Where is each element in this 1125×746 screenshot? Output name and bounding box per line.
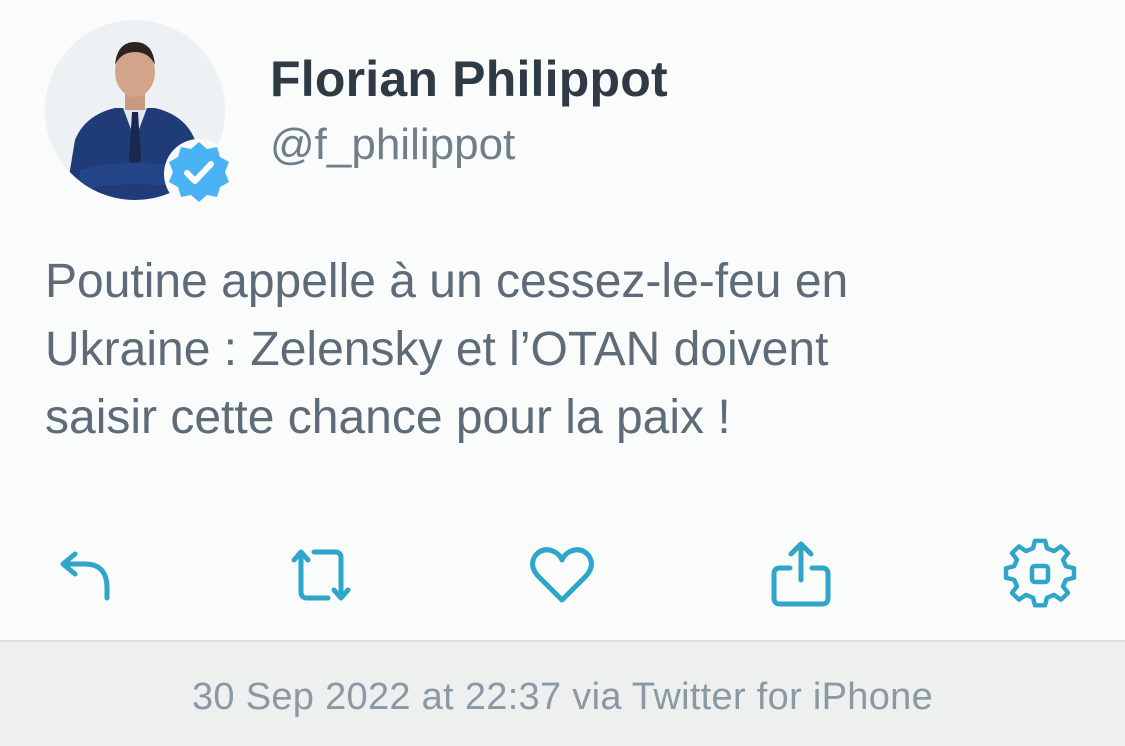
verified-badge-icon: [163, 138, 235, 210]
share-icon: [771, 541, 831, 607]
reply-icon: [60, 551, 110, 601]
settings-button[interactable]: [1003, 538, 1077, 612]
share-button[interactable]: [764, 538, 838, 612]
tweet-timestamp: 30 Sep 2022 at 22:37 via Twitter for iPh…: [191, 676, 934, 718]
gear-icon: [1003, 538, 1077, 608]
tweet-footer: 30 Sep 2022 at 22:37 via Twitter for iPh…: [0, 640, 1125, 746]
tweet-card: Florian Philippot @f_philippot Poutine a…: [0, 0, 1125, 640]
author-name[interactable]: Florian Philippot: [270, 50, 668, 108]
author-handle[interactable]: @f_philippot: [270, 120, 515, 170]
like-button[interactable]: [525, 538, 599, 612]
tweet-text: Poutine appelle à un cessez-le-feu en Uk…: [45, 255, 849, 444]
avatar-container[interactable]: [45, 20, 234, 209]
retweet-button[interactable]: [284, 538, 358, 612]
reply-button[interactable]: [47, 538, 121, 612]
retweet-icon: [291, 549, 351, 601]
heart-icon: [530, 547, 594, 603]
